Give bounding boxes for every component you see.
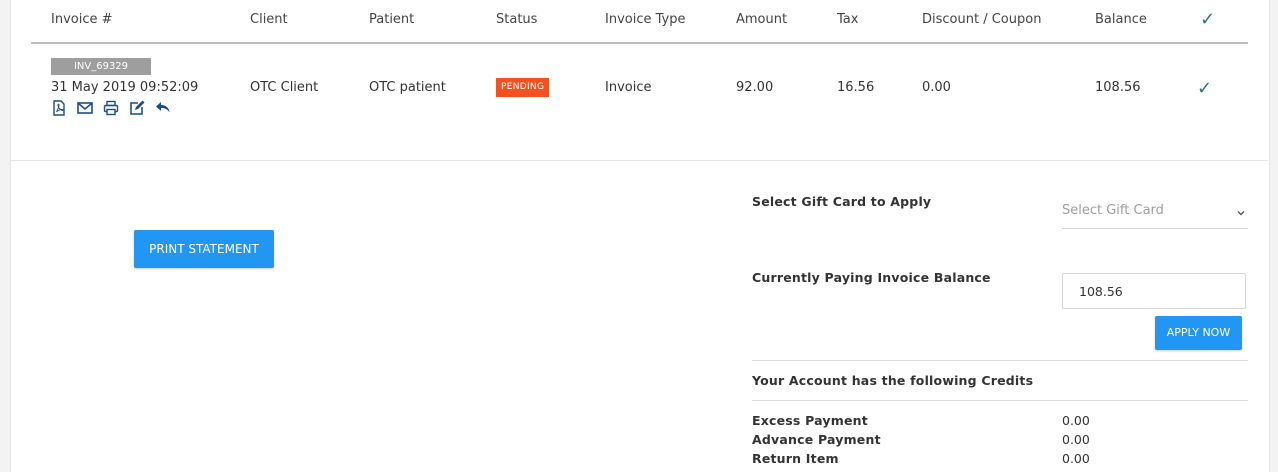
paying-amount-input[interactable]: 108.56 bbox=[1062, 273, 1246, 309]
patient-cell: OTC patient bbox=[369, 80, 446, 95]
credit-value-return: 0.00 bbox=[1062, 451, 1090, 466]
header-balance: Balance bbox=[1095, 12, 1147, 27]
credit-label-advance: Advance Payment bbox=[752, 432, 881, 447]
header-discount: Discount / Coupon bbox=[922, 12, 1042, 27]
edit-icon[interactable] bbox=[129, 100, 147, 118]
pdf-icon[interactable] bbox=[51, 100, 69, 118]
header-tax: Tax bbox=[837, 12, 859, 27]
credits-heading: Your Account has the following Credits bbox=[752, 373, 1034, 388]
credit-value-advance: 0.00 bbox=[1062, 432, 1090, 447]
header-invoice: Invoice # bbox=[51, 12, 113, 27]
client-cell: OTC Client bbox=[250, 80, 319, 95]
print-icon[interactable] bbox=[103, 100, 121, 118]
gift-card-label: Select Gift Card to Apply bbox=[752, 194, 932, 209]
header-client: Client bbox=[250, 12, 288, 27]
credit-label-return: Return Item bbox=[752, 451, 839, 466]
gift-card-select[interactable]: Select Gift Card bbox=[1062, 197, 1248, 229]
invoice-actions bbox=[51, 100, 176, 118]
header-divider bbox=[31, 42, 1248, 44]
gift-card-placeholder: Select Gift Card bbox=[1062, 203, 1164, 218]
row-divider bbox=[11, 160, 1268, 161]
invoice-id-badge[interactable]: INV_69329 bbox=[51, 58, 151, 75]
select-all-check-icon[interactable]: ✓ bbox=[1200, 9, 1215, 30]
header-amount: Amount bbox=[736, 12, 788, 27]
discount-cell: 0.00 bbox=[922, 80, 951, 95]
balance-cell: 108.56 bbox=[1095, 80, 1141, 95]
credits-divider-bottom bbox=[752, 400, 1248, 401]
credit-value-excess: 0.00 bbox=[1062, 413, 1090, 428]
header-patient: Patient bbox=[369, 12, 415, 27]
print-statement-button[interactable]: PRINT STATEMENT bbox=[134, 230, 274, 268]
header-status: Status bbox=[496, 12, 538, 27]
status-badge: PENDING bbox=[496, 78, 550, 97]
email-icon[interactable] bbox=[77, 100, 95, 118]
header-invoice-type: Invoice Type bbox=[605, 12, 686, 27]
tax-cell: 16.56 bbox=[837, 80, 875, 95]
row-check-icon[interactable]: ✓ bbox=[1197, 78, 1212, 99]
reply-icon[interactable] bbox=[155, 100, 173, 118]
invoice-date: 31 May 2019 09:52:09 bbox=[51, 80, 199, 95]
chevron-down-icon bbox=[1236, 203, 1246, 222]
amount-cell: 92.00 bbox=[736, 80, 774, 95]
credits-divider-top bbox=[752, 360, 1248, 361]
credit-label-excess: Excess Payment bbox=[752, 413, 868, 428]
paying-label: Currently Paying Invoice Balance bbox=[752, 270, 991, 285]
invoice-type-cell: Invoice bbox=[605, 80, 652, 95]
apply-now-button[interactable]: APPLY NOW bbox=[1155, 316, 1242, 350]
